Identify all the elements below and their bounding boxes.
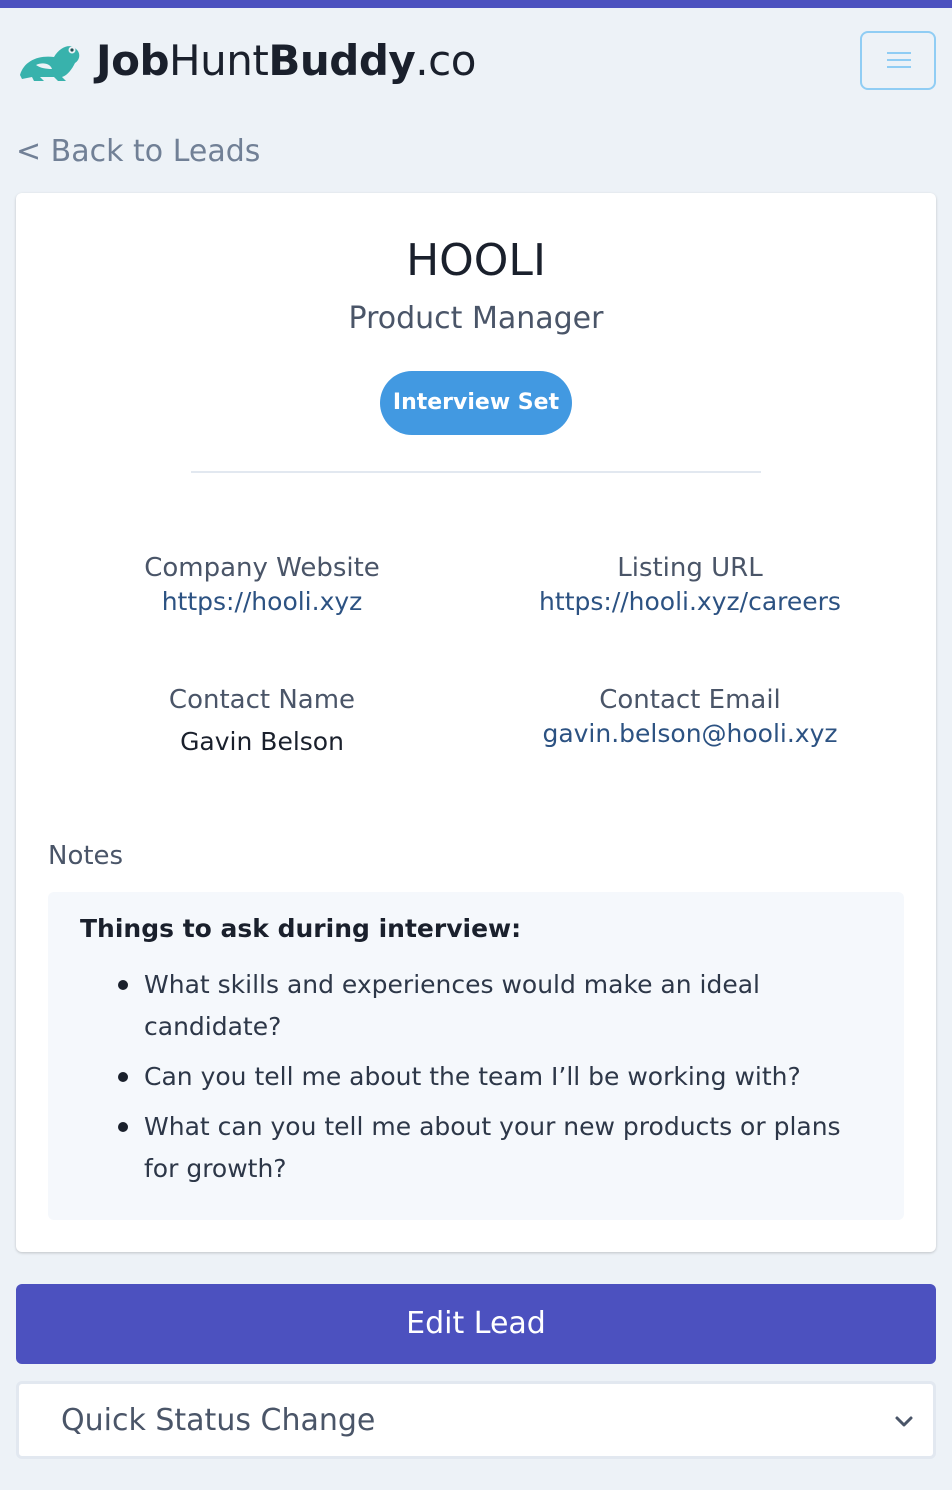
edit-lead-button[interactable]: Edit Lead xyxy=(16,1284,936,1364)
bullet-icon xyxy=(118,1072,128,1082)
note-item: What can you tell me about your new prod… xyxy=(144,1112,841,1183)
header: JobHuntBuddy.co xyxy=(0,8,952,112)
bullet-icon xyxy=(118,1122,128,1132)
logo-wordmark[interactable]: JobHuntBuddy.co xyxy=(96,34,476,88)
lead-card: HOOLI Product Manager Interview Set Comp… xyxy=(16,193,936,1252)
logo-part-domain: .co xyxy=(415,36,476,85)
notes-box: Things to ask during interview: What ski… xyxy=(48,892,904,1220)
menu-button[interactable] xyxy=(860,31,936,90)
contact-name-label: Contact Name xyxy=(168,685,356,715)
back-to-leads-link[interactable]: < Back to Leads xyxy=(16,132,260,172)
listing-url-link[interactable]: https://hooli.xyz/careers xyxy=(539,587,841,616)
contact-email-link[interactable]: gavin.belson@hooli.xyz xyxy=(542,719,837,748)
quick-status-select[interactable]: Quick Status Change xyxy=(16,1381,936,1459)
quick-status-select-label: Quick Status Change xyxy=(61,1403,376,1438)
notes-heading: Things to ask during interview: xyxy=(80,914,522,943)
note-item: What skills and experiences would make a… xyxy=(144,970,760,1041)
divider xyxy=(191,471,761,473)
contact-name-field: Contact Name Gavin Belson xyxy=(32,683,492,759)
logo-part-hunt: Hunt xyxy=(169,36,269,85)
bullet-icon xyxy=(118,980,128,990)
contact-email-label: Contact Email xyxy=(599,685,781,715)
logo-part-buddy: Buddy xyxy=(268,36,416,85)
company-website-link[interactable]: https://hooli.xyz xyxy=(162,587,363,616)
status-badge: Interview Set xyxy=(380,371,572,435)
logo-part-job: Job xyxy=(96,36,170,85)
top-accent-bar xyxy=(0,0,952,8)
company-website-label: Company Website xyxy=(144,553,380,583)
notes-label: Notes xyxy=(48,841,124,871)
listing-url-label: Listing URL xyxy=(617,553,763,583)
company-website-field: Company Website https://hooli.xyz xyxy=(32,551,492,619)
role-title: Product Manager xyxy=(348,301,604,336)
note-item: Can you tell me about the team I’ll be w… xyxy=(144,1062,801,1091)
contact-name-value: Gavin Belson xyxy=(180,727,344,756)
chevron-down-icon xyxy=(895,1416,913,1427)
contact-email-field: Contact Email gavin.belson@hooli.xyz xyxy=(460,683,920,751)
listing-url-field: Listing URL https://hooli.xyz/careers xyxy=(460,551,920,619)
frog-icon xyxy=(20,46,80,81)
company-name: HOOLI xyxy=(406,235,546,286)
